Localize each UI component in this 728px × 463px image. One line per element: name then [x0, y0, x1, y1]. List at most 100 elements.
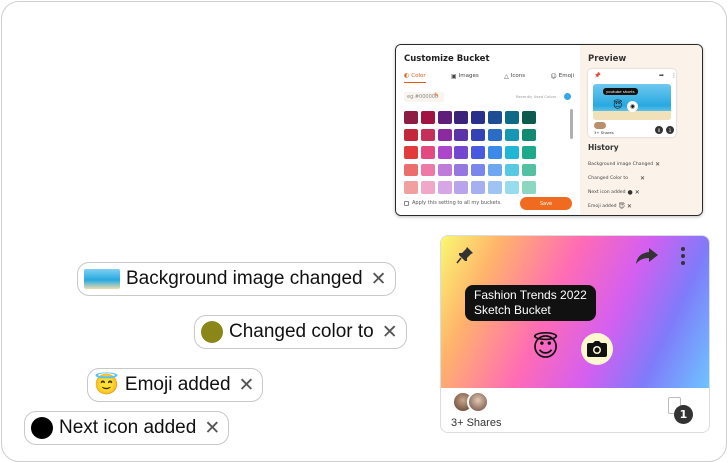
history-chip-color: Changed color to ✕ [194, 315, 407, 349]
color-dot [201, 321, 223, 343]
camera-icon[interactable] [581, 333, 613, 365]
close-icon[interactable]: ✕ [640, 175, 645, 182]
history-item-label: Changed Color to [588, 176, 629, 181]
color-swatch[interactable] [404, 146, 418, 159]
color-swatch[interactable] [420, 128, 435, 141]
camera-glyph [587, 341, 607, 357]
color-swatch[interactable] [521, 181, 536, 194]
history-item: Emoji added 😇 ✕ [588, 203, 632, 210]
color-swatch[interactable] [404, 111, 418, 124]
preview-badge-a: 0 [655, 126, 663, 134]
preview-emoji: 😇 [613, 101, 623, 111]
color-swatch[interactable] [521, 146, 536, 159]
save-button[interactable]: Save [520, 197, 572, 210]
history-chip-icon: Next icon added ✕ [24, 411, 230, 445]
preview-avatars [594, 122, 606, 129]
close-icon[interactable]: ✕ [239, 374, 255, 397]
tab-icons-label: Icons [510, 73, 526, 79]
swatch-scrollbar[interactable] [570, 109, 573, 139]
color-swatch[interactable] [504, 163, 519, 176]
history-chip-background: Background image changed ✕ [77, 262, 396, 296]
tab-emoji[interactable]: ☺ Emoji [550, 72, 574, 83]
close-icon[interactable]: ✕ [371, 268, 387, 291]
color-swatch[interactable] [454, 181, 469, 194]
color-swatch[interactable] [437, 146, 452, 159]
color-swatch[interactable] [404, 181, 418, 194]
color-swatch[interactable] [487, 163, 502, 176]
preview-shares: 3+ Shares [594, 130, 614, 135]
color-swatch[interactable] [504, 181, 519, 194]
color-swatch[interactable] [487, 128, 502, 141]
recently-used-label: Recently Used Colors [516, 94, 557, 99]
color-swatch[interactable] [404, 163, 418, 176]
bucket-title: Fashion Trends 2022 [474, 288, 587, 302]
color-swatch[interactable] [521, 163, 536, 176]
color-swatch[interactable] [471, 111, 486, 124]
preview-title: Preview [588, 54, 627, 64]
chip-label: Changed color to [229, 321, 374, 342]
color-swatch[interactable] [454, 163, 469, 176]
close-icon[interactable]: ✕ [655, 161, 660, 168]
person-icon: ● [627, 189, 633, 196]
color-swatch[interactable] [454, 146, 469, 159]
color-swatch[interactable] [504, 128, 519, 141]
apply-all-checkbox[interactable] [404, 200, 409, 206]
close-icon[interactable]: ✕ [204, 417, 220, 440]
color-swatch[interactable] [504, 111, 519, 124]
color-swatch[interactable] [521, 111, 536, 124]
color-swatch[interactable] [471, 181, 486, 194]
color-swatch[interactable] [404, 128, 418, 141]
color-swatch[interactable] [420, 181, 435, 194]
camera-icon[interactable]: ◉ [627, 101, 638, 112]
more-options-icon[interactable] [680, 246, 686, 266]
color-swatch[interactable] [437, 111, 452, 124]
pin-icon[interactable]: 📌 [594, 73, 601, 79]
color-swatch[interactable] [471, 163, 486, 176]
icon-dot [31, 417, 53, 439]
palette-icon: ◐ [404, 72, 410, 79]
close-icon[interactable]: ✕ [627, 203, 632, 210]
color-swatch[interactable] [420, 163, 435, 176]
color-swatch[interactable] [487, 181, 502, 194]
color-swatch[interactable] [454, 128, 469, 141]
color-swatch[interactable] [437, 181, 452, 194]
color-swatch[interactable] [504, 146, 519, 159]
tab-color[interactable]: ◐ Color [404, 72, 426, 83]
color-swatch[interactable] [487, 111, 502, 124]
color-swatch[interactable] [521, 128, 536, 141]
close-icon[interactable]: ✕ [382, 321, 398, 344]
more-options-icon[interactable]: ⋮ [671, 72, 677, 79]
pin-icon[interactable] [456, 246, 474, 264]
close-icon[interactable]: ✕ [635, 189, 640, 196]
color-swatch[interactable] [487, 146, 502, 159]
color-swatch[interactable] [454, 111, 469, 124]
pencil-icon[interactable]: ✎ [434, 92, 439, 99]
chip-label: Background image changed [126, 268, 363, 289]
tab-images-label: Images [458, 73, 479, 79]
share-icon[interactable] [635, 247, 659, 265]
bucket-card[interactable]: Fashion Trends 2022 Sketch Bucket 😇 3+ S… [440, 235, 710, 433]
history-item-label: Next icon added [588, 190, 626, 195]
color-swatch[interactable] [420, 111, 435, 124]
history-title: History [588, 143, 619, 152]
color-swatch[interactable] [471, 146, 486, 159]
color-swatch[interactable] [437, 128, 452, 141]
color-swatch-grid [404, 111, 536, 194]
recent-color-swatch[interactable] [564, 93, 571, 100]
shapes-icon: △ [504, 72, 509, 80]
beach-sand [593, 111, 671, 120]
preview-panel: Preview 📌 ➦ ⋮ youtube shorts 😇 ◉ 3+ Shar… [580, 45, 702, 215]
share-icon[interactable]: ➦ [659, 72, 664, 79]
bucket-subtitle: Sketch Bucket [474, 303, 551, 317]
history-item-label: Background image Changed [588, 162, 654, 167]
tab-icons[interactable]: △ Icons [504, 72, 525, 83]
apply-all-option[interactable]: Apply this setting to all my buckets. [404, 200, 502, 206]
color-swatch[interactable] [437, 163, 452, 176]
history-chip-emoji: 😇 Emoji added ✕ [87, 368, 264, 402]
color-swatch[interactable] [471, 128, 486, 141]
canvas-frame: Customize Bucket ◐ Color ▣ Images △ Icon… [1, 1, 727, 462]
tab-emoji-label: Emoji [558, 73, 574, 79]
image-icon: ▣ [450, 72, 457, 80]
color-swatch[interactable] [420, 146, 435, 159]
tab-images[interactable]: ▣ Images [451, 72, 479, 83]
